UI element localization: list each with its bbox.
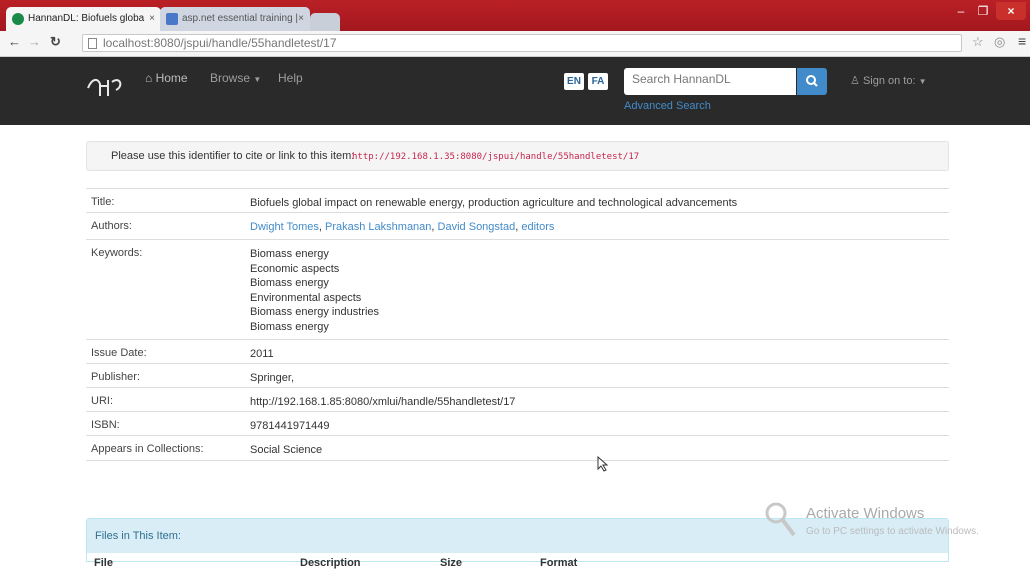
page-icon [88,38,97,49]
title-label: Title: [91,196,115,208]
maximize-button[interactable]: ❐ [972,2,994,20]
caret-down-icon: ▼ [918,77,927,86]
citation-label: Please use this identifier to cite or li… [111,150,355,162]
mouse-cursor-icon [597,456,609,472]
table-row: Appears in Collections: Social Science [86,435,949,461]
isbn-value: 9781441971449 [250,420,330,432]
collection-link[interactable]: Social Science [250,443,322,458]
table-row: Authors: Dwight Tomes, Prakash Lakshmana… [86,212,949,239]
issue-date-value: 2011 [250,348,274,360]
new-tab-button[interactable] [310,13,340,31]
author-link[interactable]: Dwight Tomes [250,221,319,233]
keywords-value: Biomass energy Economic aspects Biomass … [250,247,379,334]
globe-icon[interactable]: ◎ [994,34,1005,50]
uri-label: URI: [91,395,113,407]
author-link[interactable]: editors [521,221,554,233]
table-row: Keywords: Biomass energy Economic aspect… [86,239,949,339]
key-icon [765,502,796,537]
keyword-item: Environmental aspects [250,291,362,304]
tab-title: HannanDL: Biofuels globa [28,13,145,24]
keyword-item: Biomass energy [250,248,329,260]
forward-icon[interactable]: → [28,34,41,49]
url-text: localhost:8080/jspui/handle/55handletest… [103,36,337,50]
publisher-label: Publisher: [91,371,140,383]
sign-on-menu[interactable]: ♙ Sign on to: ▼ [850,74,927,87]
user-icon: ♙ [850,75,860,87]
activate-windows-title: Activate Windows [806,505,925,522]
uri-link[interactable]: http://192.168.1.85:8080/xmlui/handle/55… [250,395,515,410]
url-path: :8080/jspui/handle/55handletest/17 [150,36,337,50]
column-header-size: Size [440,557,463,569]
nav-help[interactable]: Help [278,71,303,85]
column-header-description: Description [300,557,361,569]
table-row: Issue Date: 2011 [86,339,949,363]
search-icon [806,75,818,87]
browser-toolbar: ← → ↻ localhost:8080/jspui/handle/55hand… [0,31,1030,57]
lang-en-button[interactable]: EN [564,73,584,90]
activate-windows-subtitle: Go to PC settings to activate Windows. [806,526,979,537]
sign-on-label: Sign on to: [862,75,916,87]
url-host: localhost [103,36,151,50]
keywords-label: Keywords: [91,247,143,259]
google-favicon-icon [166,13,178,25]
search-button[interactable] [797,68,827,95]
caret-down-icon: ▼ [253,75,262,84]
star-icon[interactable]: ☆ [972,34,984,50]
nav-browse-label: Browse [210,71,251,85]
citation-url[interactable]: http://192.168.1.35:8080/jspui/handle/55… [352,152,639,162]
keyword-item: Biomass energy [250,277,329,289]
reload-icon[interactable]: ↻ [50,34,61,50]
keyword-item: Biomass energy [250,320,329,333]
table-row: ISBN: 9781441971449 [86,411,949,435]
browser-titlebar: HannanDL: Biofuels globa × asp.net essen… [0,0,1030,31]
nav-home[interactable]: ⌂ Home [145,71,188,85]
keyword-item: Biomass energy industries [250,306,380,318]
isbn-label: ISBN: [91,419,120,431]
nav-browse[interactable]: Browse ▼ [210,71,261,85]
menu-icon[interactable]: ≡ [1018,33,1026,49]
author-link[interactable]: David Songstad [438,221,516,233]
author-link[interactable]: Prakash Lakshmanan [325,221,431,233]
item-metadata-table: Title: Biofuels global impact on renewab… [86,188,949,461]
home-icon: ⌂ [145,71,153,85]
files-panel: Files in This Item: [86,518,949,562]
citation-box: Please use this identifier to cite or li… [86,141,949,171]
tab-title: asp.net essential training | [182,13,299,24]
column-header-format: Format [540,557,578,569]
issue-date-label: Issue Date: [91,347,147,359]
site-favicon-icon [12,13,24,25]
table-row: Publisher: Springer, [86,363,949,387]
tab-close-icon[interactable]: × [298,7,304,31]
hannandl-logo[interactable] [86,76,126,98]
tab-asp-net[interactable]: asp.net essential training | × [160,7,310,31]
close-window-button[interactable]: × [996,2,1026,20]
search-input[interactable]: Search HannanDL [624,68,796,95]
authors-value: Dwight Tomes, Prakash Lakshmanan, David … [250,221,555,233]
nav-home-label: Home [155,71,188,85]
tab-close-icon[interactable]: × [149,7,155,31]
address-bar[interactable]: localhost:8080/jspui/handle/55handletest… [82,34,962,52]
lang-fa-button[interactable]: FA [588,73,608,90]
advanced-search-link[interactable]: Advanced Search [624,100,711,112]
column-header-file: File [94,557,113,569]
keyword-item: Economic aspects [250,262,340,275]
authors-label: Authors: [91,220,132,232]
publisher-value: Springer, [250,372,295,384]
back-icon[interactable]: ← [8,34,21,49]
title-value: Biofuels global impact on renewable ener… [250,197,738,209]
collections-label: Appears in Collections: [91,443,204,455]
table-row: URI: http://192.168.1.85:8080/xmlui/hand… [86,387,949,411]
minimize-button[interactable]: – [950,2,972,20]
table-row: Title: Biofuels global impact on renewab… [86,188,949,212]
site-navbar [0,57,1030,125]
files-heading-text: Files in This Item: [95,530,181,542]
tab-hannandl[interactable]: HannanDL: Biofuels globa × [6,7,161,31]
